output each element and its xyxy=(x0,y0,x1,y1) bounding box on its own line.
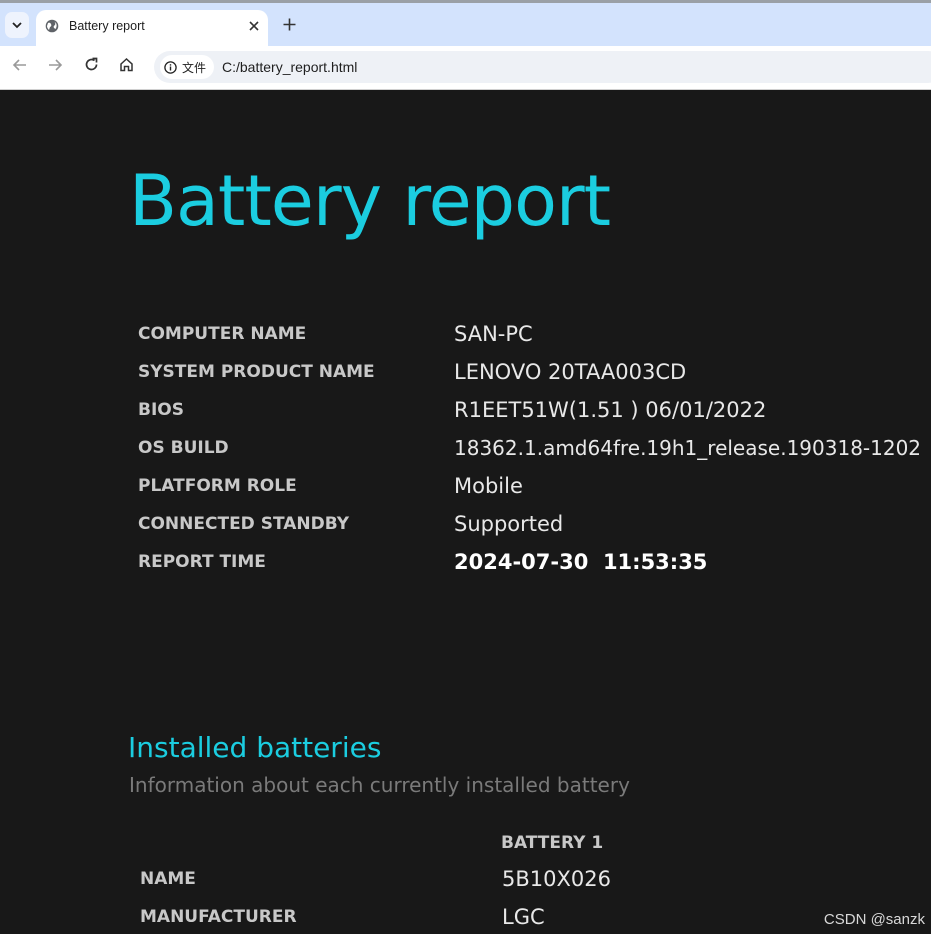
info-row: SYSTEM PRODUCT NAME LENOVO 20TAA003CD xyxy=(138,360,928,398)
page-title: Battery report xyxy=(129,160,611,242)
info-row: REPORT TIME 2024-07-30 11:53:35 xyxy=(138,550,928,588)
info-label: BIOS xyxy=(138,400,184,420)
info-value: 18362.1.amd64fre.19h1_release.190318-120… xyxy=(454,436,922,460)
info-label: REPORT TIME xyxy=(138,552,266,572)
info-label: SYSTEM PRODUCT NAME xyxy=(138,362,375,382)
installed-batteries-heading: Installed batteries xyxy=(128,731,382,764)
battery-row: NAME 5B10X026 xyxy=(140,867,840,905)
battery-column-header: BATTERY 1 xyxy=(501,833,604,853)
reload-button[interactable] xyxy=(80,56,102,78)
watermark: CSDN @sanzk xyxy=(823,911,925,928)
arrow-left-icon xyxy=(12,58,27,77)
info-label: COMPUTER NAME xyxy=(138,324,307,344)
url-text[interactable]: C:/battery_report.html xyxy=(222,59,357,75)
browser-toolbar: 文件 C:/battery_report.html xyxy=(0,46,931,90)
battery-label: NAME xyxy=(140,869,196,889)
info-value: Mobile xyxy=(454,474,523,498)
globe-icon xyxy=(45,19,59,33)
info-row: COMPUTER NAME SAN-PC xyxy=(138,322,928,360)
home-icon xyxy=(119,57,134,77)
info-value: R1EET51W(1.51 ) 06/01/2022 xyxy=(454,398,767,422)
battery-row: MANUFACTURER LGC xyxy=(140,905,840,934)
reload-icon xyxy=(84,57,99,77)
new-tab-button[interactable] xyxy=(278,14,300,36)
battery-value: LGC xyxy=(502,905,545,929)
info-label: PLATFORM ROLE xyxy=(138,476,297,496)
site-chip-label: 文件 xyxy=(182,60,207,75)
battery-label: MANUFACTURER xyxy=(140,907,297,927)
installed-batteries-subtitle: Information about each currently install… xyxy=(129,773,630,797)
info-label: CONNECTED STANDBY xyxy=(138,514,350,534)
tab-strip: Battery report xyxy=(0,0,931,49)
info-label: OS BUILD xyxy=(138,438,229,458)
report-page: Battery report COMPUTER NAME SAN-PC SYST… xyxy=(0,90,931,934)
back-button[interactable] xyxy=(8,56,30,78)
battery-value: 5B10X026 xyxy=(502,867,611,891)
home-button[interactable] xyxy=(115,56,137,78)
tab-battery-report[interactable]: Battery report xyxy=(36,10,268,49)
site-info-chip[interactable]: 文件 xyxy=(160,55,215,79)
info-row: BIOS R1EET51W(1.51 ) 06/01/2022 xyxy=(138,398,928,436)
info-row: OS BUILD 18362.1.amd64fre.19h1_release.1… xyxy=(138,436,928,474)
tab-title: Battery report xyxy=(69,19,145,33)
info-value: SAN-PC xyxy=(454,322,533,346)
chevron-down-icon xyxy=(12,18,22,32)
info-row: CONNECTED STANDBY Supported xyxy=(138,512,928,550)
report-time-value: 2024-07-30 11:53:35 xyxy=(454,550,708,574)
plus-icon xyxy=(283,14,296,37)
address-bar[interactable]: 文件 C:/battery_report.html xyxy=(154,51,931,83)
browser-chrome: Battery report 文件 C:/battery_report.html xyxy=(0,0,931,90)
info-icon xyxy=(164,60,177,74)
tab-search-button[interactable] xyxy=(5,12,29,38)
info-row: PLATFORM ROLE Mobile xyxy=(138,474,928,512)
close-icon[interactable] xyxy=(244,16,264,36)
info-value: LENOVO 20TAA003CD xyxy=(454,360,687,384)
arrow-right-icon xyxy=(48,58,63,77)
forward-button[interactable] xyxy=(44,56,66,78)
info-value: Supported xyxy=(454,512,564,536)
